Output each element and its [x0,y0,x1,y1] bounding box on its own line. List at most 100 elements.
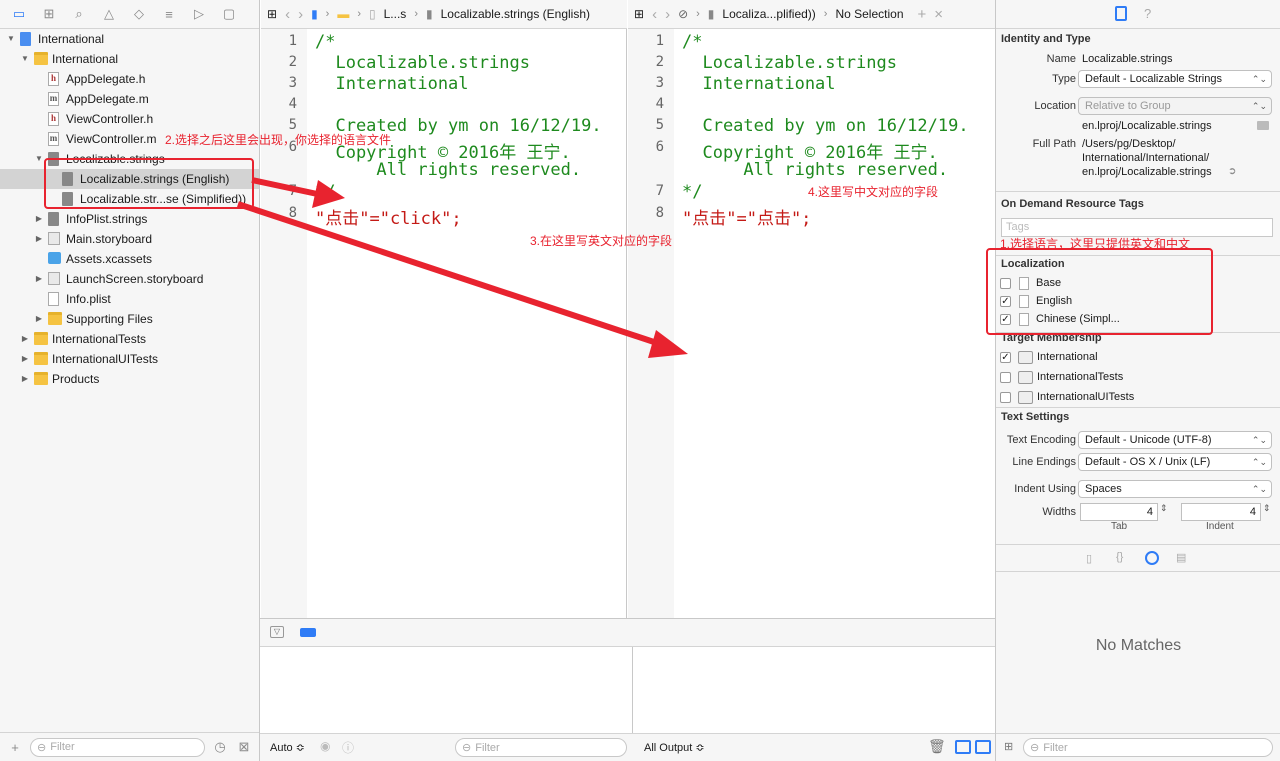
file-tree-row[interactable]: h ViewController.h [0,109,259,129]
warning-icon[interactable]: △ [100,5,118,23]
file-tree-row[interactable]: ▼ International [0,49,259,69]
disclosure-closed-icon[interactable]: ▶ [20,329,30,349]
file-tree-row[interactable]: ▶ InternationalTests [0,329,259,349]
disclosure-open-icon[interactable]: ▼ [6,29,16,49]
tab-width-field[interactable]: 4 [1080,503,1158,521]
file-tree-row[interactable]: ▼ International [0,29,259,49]
hide-debug-icon[interactable]: ▽ [270,626,284,638]
file-tree-row[interactable]: Assets.xcassets [0,249,259,269]
file-template-icon[interactable]: ▯ [1086,552,1092,565]
reveal-arrow-icon[interactable]: ➲ [1228,166,1236,177]
debug-icon[interactable]: ≡ [160,5,178,23]
file-inspector-icon[interactable] [1115,6,1127,21]
code-line[interactable]: Localizable.strings [682,53,896,73]
code-line[interactable]: International [682,74,835,94]
file-tree-row[interactable]: ▶ LaunchScreen.storyboard [0,269,259,289]
stepper-icon[interactable]: ⇕ [1160,503,1168,514]
add-editor-icon[interactable]: + [918,6,927,23]
type-popup[interactable]: Default - Localizable Strings ⌃⌄ [1078,70,1272,88]
show-variables-icon[interactable] [955,740,971,754]
source-editor-chinese[interactable]: 1 /* 2 Localizable.strings 3 International 4… [628,29,995,618]
file-tree-row[interactable]: ▶ Products [0,369,259,389]
show-console-icon[interactable] [975,740,991,754]
trash-icon[interactable]: 🗑 [928,738,946,755]
disclosure-open-icon[interactable]: ▼ [20,49,30,69]
code-line[interactable]: Localizable.strings [315,53,529,73]
disclosure-closed-icon[interactable]: ▶ [20,369,30,389]
project-icon[interactable]: ▮ [311,7,318,21]
indent-using-popup[interactable]: Spaces ⌃⌄ [1078,480,1272,498]
info-icon[interactable]: ⓘ [342,739,354,756]
code-line[interactable]: Created by ym on 16/12/19. [682,116,968,136]
file-tree-row[interactable]: ▶ Main.storyboard [0,229,259,249]
grid-view-icon[interactable]: ⊞ [1004,740,1013,753]
code-line[interactable]: All rights reserved. [315,160,581,180]
location-popup[interactable]: Relative to Group ⌃⌄ [1078,97,1272,115]
code-line[interactable]: */ [682,182,702,202]
name-value[interactable]: Localizable.strings [1082,53,1173,65]
related-items-icon[interactable]: ⊞ [267,7,277,21]
indent-width-field[interactable]: 4 [1181,503,1261,521]
file-tree-row[interactable]: ▶ InfoPlist.strings [0,209,259,229]
symbol-icon[interactable]: ⊞ [40,5,58,23]
file-tree-row[interactable]: ▶ Supporting Files [0,309,259,329]
related-items-icon[interactable]: ⊞ [634,7,644,21]
breakpoints-toggle-icon[interactable] [300,628,316,637]
console-output-popup[interactable]: All Output ≎ [644,741,705,754]
code-line[interactable]: /* [315,32,335,52]
disclosure-closed-icon[interactable]: ▶ [34,269,44,289]
folder-icon[interactable] [1257,121,1269,130]
scm-filter-icon[interactable]: ⊠ [235,738,253,756]
breadcrumb-file[interactable]: Localiza...plified)) [722,7,815,21]
folder-icon[interactable]: ▬ [337,7,349,21]
object-library-icon[interactable] [1145,551,1159,565]
help-icon[interactable]: ? [1144,6,1151,21]
search-icon[interactable]: ⌕ [70,5,88,23]
navigator-filter-input[interactable]: ⊖ Filter [30,737,205,757]
code-line[interactable]: All rights reserved. [682,160,948,180]
recent-icon[interactable]: ◷ [211,738,229,756]
library-filter-input[interactable]: ⊖ Filter [1023,738,1273,757]
file-tree-row[interactable]: m AppDelegate.m [0,89,259,109]
forward-icon[interactable]: › [665,6,670,23]
disclosure-open-icon[interactable]: ▼ [34,149,44,169]
breadcrumb-selection[interactable]: No Selection [835,7,903,21]
target-checkbox[interactable] [1000,392,1011,403]
code-line[interactable]: International [315,74,468,94]
back-icon[interactable]: ‹ [652,6,657,23]
code-line[interactable]: */ [315,182,335,202]
counterparts-icon[interactable]: ⊘ [678,7,688,21]
breakpoint-icon[interactable]: ▷ [190,5,208,23]
report-icon[interactable]: ▢ [220,5,238,23]
code-line[interactable]: /* [682,32,702,52]
encoding-popup[interactable]: Default - Unicode (UTF-8) ⌃⌄ [1078,431,1272,449]
variables-scope-popup[interactable]: Auto ≎ [270,741,305,754]
code-line[interactable]: "点击"="点击"; [682,204,811,229]
disclosure-closed-icon[interactable]: ▶ [34,229,44,249]
media-library-icon[interactable]: ▤ [1176,551,1186,564]
test-icon[interactable]: ◇ [130,5,148,23]
disclosure-closed-icon[interactable]: ▶ [20,349,30,369]
forward-icon[interactable]: › [298,6,303,23]
endings-popup[interactable]: Default - OS X / Unix (LF) ⌃⌄ [1078,453,1272,471]
variables-filter-input[interactable]: ⊖ Filter [455,738,627,757]
file-icon[interactable]: ▯ [369,7,376,21]
file-tree-row[interactable]: ▶ InternationalUITests [0,349,259,369]
breadcrumb-file[interactable]: Localizable.strings (English) [441,7,590,21]
code-line[interactable]: "点击"="click"; [315,204,462,229]
source-editor-english[interactable]: 1 /* 2 Localizable.strings 3 International 4… [261,29,627,618]
code-snippet-icon[interactable]: {} [1116,551,1123,563]
stepper-icon[interactable]: ⇕ [1263,503,1271,514]
eye-icon[interactable]: ◉ [320,739,330,753]
folder-icon[interactable]: ▭ [10,5,28,23]
disclosure-closed-icon[interactable]: ▶ [34,209,44,229]
breadcrumb-group[interactable]: L...s [384,7,407,21]
target-checkbox[interactable] [1000,372,1011,383]
target-checkbox[interactable]: ✓ [1000,352,1011,363]
disclosure-closed-icon[interactable]: ▶ [34,309,44,329]
back-icon[interactable]: ‹ [285,6,290,23]
file-tree-row[interactable]: Info.plist [0,289,259,309]
close-icon[interactable]: × [934,6,943,23]
file-tree-row[interactable]: h AppDelegate.h [0,69,259,89]
add-icon[interactable]: + [6,738,24,756]
